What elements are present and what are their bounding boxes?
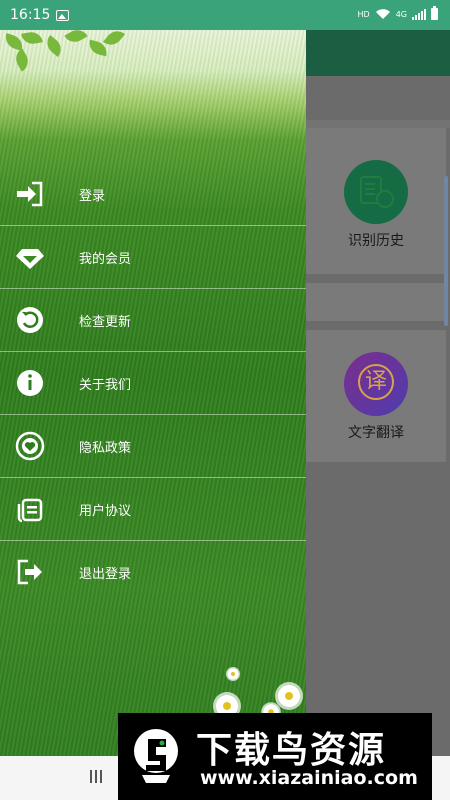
translate-label: 文字翻译: [348, 425, 404, 441]
history-icon: [344, 160, 408, 224]
feature-card: [306, 283, 446, 321]
info-icon: [17, 370, 43, 396]
watermark: 下载鸟资源 www.xiazainiao.com: [118, 713, 432, 800]
image-notification-icon: [56, 9, 70, 21]
scrollbar[interactable]: [444, 176, 448, 326]
translate-feature[interactable]: 译 文字翻译: [336, 352, 416, 442]
menu-item-privacy[interactable]: 隐私政策: [0, 415, 306, 478]
translate-icon: 译: [344, 352, 408, 416]
status-time: 16:15: [10, 7, 51, 23]
privacy-icon: [15, 431, 45, 461]
agreement-icon: [17, 498, 43, 523]
menu-label: 隐私政策: [79, 440, 132, 456]
recents-button[interactable]: [90, 770, 102, 783]
menu-item-membership[interactable]: 我的会员: [0, 226, 306, 289]
menu-label: 退出登录: [79, 566, 132, 582]
hd-indicator: HD: [357, 9, 370, 19]
menu-label: 关于我们: [79, 377, 132, 393]
battery-icon: [431, 6, 438, 20]
diamond-icon: [16, 249, 44, 269]
navigation-drawer: 登录 我的会员 检查更新 关于我们 隐私政策 用户协议 退出登录: [0, 30, 306, 800]
app-bar: [306, 30, 450, 76]
watermark-url: www.xiazainiao.com: [200, 767, 418, 789]
menu-label: 登录: [79, 188, 106, 204]
wifi-icon: [375, 9, 390, 19]
menu-item-about[interactable]: 关于我们: [0, 352, 306, 415]
signal-icon: [412, 8, 426, 20]
menu-item-check-update[interactable]: 检查更新: [0, 289, 306, 352]
network-type: 4G: [395, 9, 407, 19]
bird-logo-icon: [134, 729, 178, 783]
refresh-icon: [17, 307, 43, 333]
status-bar: 16:15 HD 4G: [0, 0, 450, 30]
menu-item-logout[interactable]: 退出登录: [0, 541, 306, 603]
menu-label: 用户协议: [79, 503, 132, 519]
leaves-decoration: [0, 30, 130, 80]
logout-icon: [17, 559, 42, 585]
menu-label: 我的会员: [79, 251, 132, 267]
menu-label: 检查更新: [79, 314, 132, 330]
divider: [306, 120, 450, 128]
login-icon: [17, 181, 43, 207]
history-feature[interactable]: 识别历史: [336, 160, 416, 250]
menu-item-login[interactable]: 登录: [0, 163, 306, 226]
history-label: 识别历史: [348, 233, 404, 249]
watermark-title: 下载鸟资源: [196, 730, 387, 771]
menu-item-agreement[interactable]: 用户协议: [0, 478, 306, 541]
